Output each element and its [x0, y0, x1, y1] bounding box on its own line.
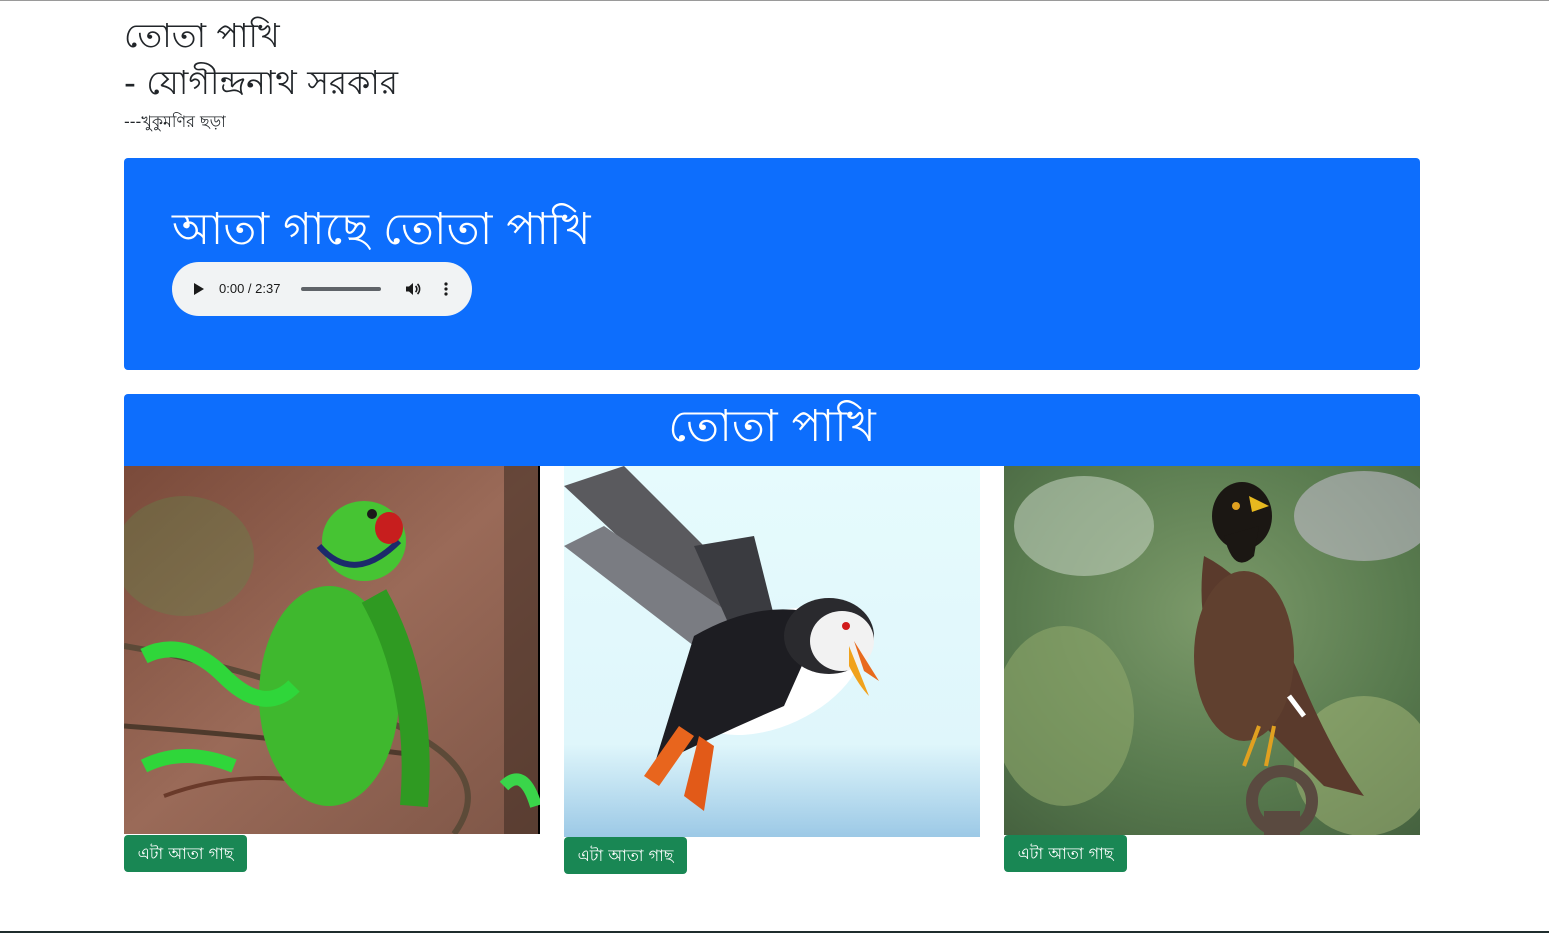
play-icon[interactable]: [194, 283, 204, 295]
audio-time: 0:00 / 2:37: [219, 281, 281, 296]
gallery-title: তোতা পাখি: [668, 401, 876, 452]
poem-title: তোতা পাখি: [124, 16, 280, 55]
parrot-photo: [124, 466, 540, 834]
card-button[interactable]: এটা আতা গাছ: [1004, 835, 1127, 872]
audio-seek-slider[interactable]: [301, 287, 381, 291]
card-button[interactable]: এটা আতা গাছ: [124, 835, 247, 872]
puffin-photo: [564, 466, 980, 837]
volume-icon[interactable]: [405, 281, 421, 297]
gallery-header: তোতা পাখি: [124, 394, 1420, 466]
hero-title: আতা গাছে তোতা পাখি: [172, 204, 591, 255]
myna-photo: [1004, 466, 1420, 835]
poem-source: ---খুকুমণির ছড়া: [124, 112, 226, 131]
card-button[interactable]: এটা আতা গাছ: [564, 837, 687, 874]
poem-author: - যোগীন্দ্রনাথ সরকার: [124, 63, 399, 102]
more-options-icon[interactable]: [440, 281, 452, 297]
audio-player[interactable]: 0:00 / 2:37: [172, 262, 472, 316]
top-border: [0, 0, 1549, 1]
